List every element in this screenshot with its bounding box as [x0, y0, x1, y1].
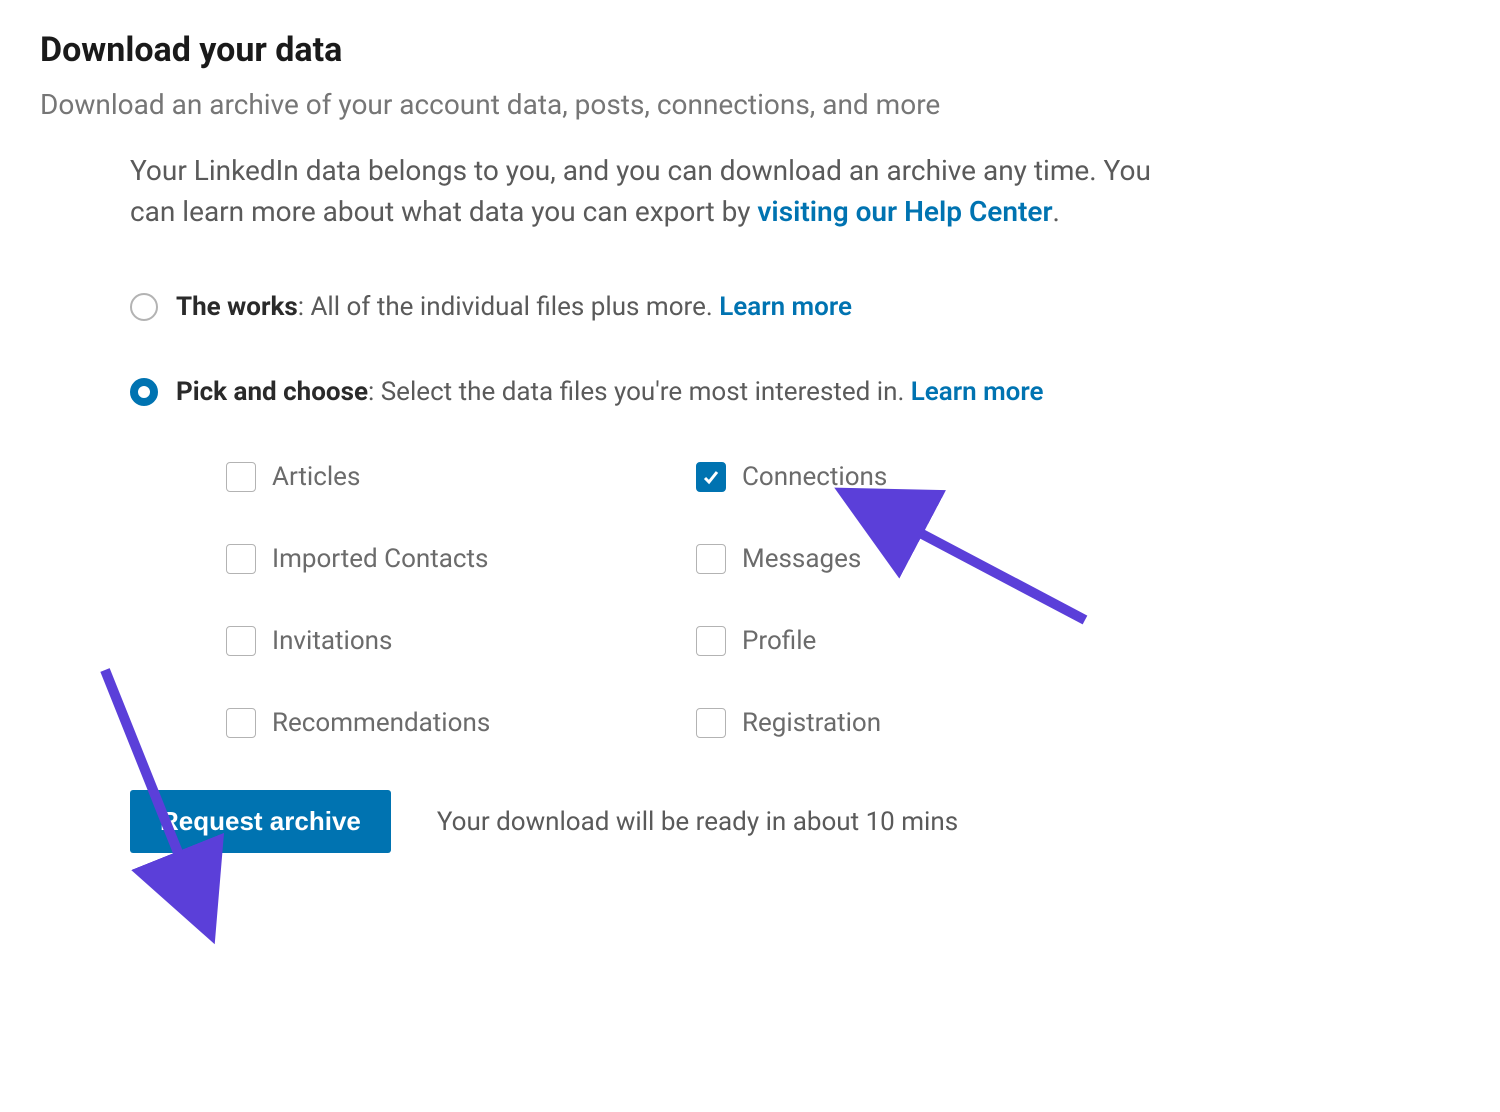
- checkbox-icon[interactable]: [696, 544, 726, 574]
- checkbox-label: Registration: [742, 708, 881, 738]
- checkbox-item-registration[interactable]: Registration: [696, 708, 1166, 738]
- learn-more-the-works[interactable]: Learn more: [719, 292, 852, 322]
- checkbox-item-recommendations[interactable]: Recommendations: [226, 708, 696, 738]
- download-status-text: Your download will be ready in about 10 …: [437, 807, 958, 837]
- checkbox-item-profile[interactable]: Profile: [696, 626, 1166, 656]
- check-icon: [701, 467, 721, 487]
- checkbox-label: Imported Contacts: [272, 544, 488, 574]
- radio-option-pick-and-choose[interactable]: Pick and choose: Select the data files y…: [130, 377, 1190, 407]
- checkbox-icon[interactable]: [226, 544, 256, 574]
- checkbox-label: Messages: [742, 544, 861, 574]
- checkbox-label: Recommendations: [272, 708, 490, 738]
- checkbox-label: Invitations: [272, 626, 392, 656]
- request-archive-button[interactable]: Request archive: [130, 790, 391, 853]
- help-center-link[interactable]: visiting our Help Center: [757, 195, 1052, 228]
- checkbox-item-invitations[interactable]: Invitations: [226, 626, 696, 656]
- checkbox-icon[interactable]: [226, 708, 256, 738]
- page-title: Download your data: [40, 30, 1460, 70]
- intro-part2: .: [1053, 195, 1060, 228]
- checkbox-icon[interactable]: [226, 462, 256, 492]
- checkbox-grid: Articles Connections Imported Contacts M…: [226, 462, 1190, 738]
- footer-row: Request archive Your download will be re…: [130, 790, 1190, 853]
- checkbox-item-articles[interactable]: Articles: [226, 462, 696, 492]
- checkbox-label: Profile: [742, 626, 816, 656]
- radio-title-the-works: The works: [176, 292, 298, 322]
- checkbox-icon[interactable]: [696, 626, 726, 656]
- radio-icon-pick-and-choose[interactable]: [130, 378, 158, 406]
- checkbox-label: Connections: [742, 462, 887, 492]
- radio-desc-the-works: : All of the individual files plus more.: [298, 292, 719, 322]
- learn-more-pick-and-choose[interactable]: Learn more: [911, 377, 1044, 407]
- page-subtitle: Download an archive of your account data…: [40, 88, 1460, 121]
- checkbox-item-connections[interactable]: Connections: [696, 462, 1166, 492]
- intro-text: Your LinkedIn data belongs to you, and y…: [130, 151, 1190, 232]
- radio-desc-pick-and-choose: : Select the data files you're most inte…: [368, 377, 911, 407]
- radio-option-the-works[interactable]: The works: All of the individual files p…: [130, 292, 1190, 322]
- checkbox-label: Articles: [272, 462, 360, 492]
- checkbox-icon[interactable]: [226, 626, 256, 656]
- checkbox-item-imported-contacts[interactable]: Imported Contacts: [226, 544, 696, 574]
- checkbox-icon[interactable]: [696, 708, 726, 738]
- checkbox-item-messages[interactable]: Messages: [696, 544, 1166, 574]
- radio-icon-the-works[interactable]: [130, 293, 158, 321]
- radio-title-pick-and-choose: Pick and choose: [176, 377, 368, 407]
- checkbox-icon[interactable]: [696, 462, 726, 492]
